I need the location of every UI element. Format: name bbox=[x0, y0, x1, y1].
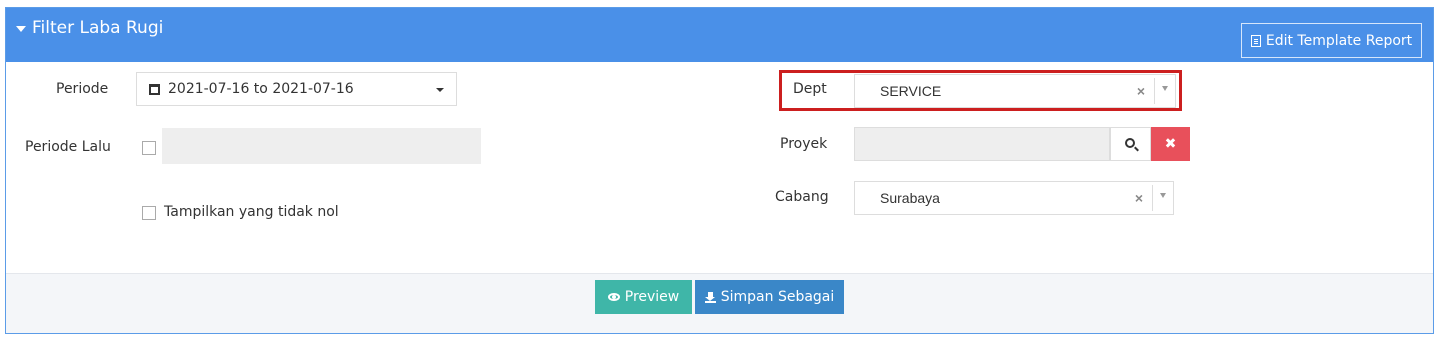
preview-label: Preview bbox=[624, 289, 680, 305]
periode-value: 2021-07-16 to 2021-07-16 bbox=[168, 81, 354, 97]
panel-title-text: Filter Laba Rugi bbox=[32, 18, 164, 38]
periode-label: Periode bbox=[56, 81, 109, 97]
dropdown-arrow-icon[interactable] bbox=[1162, 86, 1168, 91]
file-icon bbox=[1250, 34, 1261, 47]
dept-select[interactable]: SERVICE × bbox=[854, 74, 1176, 108]
periode-date-range-select[interactable]: 2021-07-16 to 2021-07-16 bbox=[136, 72, 457, 106]
caret-down-icon bbox=[436, 88, 444, 92]
divider bbox=[1154, 78, 1155, 104]
edit-template-report-button[interactable]: Edit Template Report bbox=[1241, 23, 1422, 58]
proyek-search-button[interactable] bbox=[1110, 127, 1151, 161]
periode-lalu-label: Periode Lalu bbox=[25, 139, 111, 155]
close-icon: ✖ bbox=[1164, 136, 1177, 152]
clear-icon[interactable]: × bbox=[1135, 190, 1143, 206]
tampilkan-checkbox[interactable] bbox=[142, 206, 156, 220]
tampilkan-label: Tampilkan yang tidak nol bbox=[164, 204, 339, 220]
simpan-sebagai-label: Simpan Sebagai bbox=[720, 289, 835, 305]
download-icon bbox=[704, 291, 716, 303]
periode-lalu-input bbox=[162, 128, 481, 164]
panel-footer: Preview Simpan Sebagai bbox=[6, 273, 1433, 333]
edit-template-report-label: Edit Template Report bbox=[1265, 32, 1413, 49]
divider bbox=[1152, 185, 1153, 211]
preview-button[interactable]: Preview bbox=[595, 280, 692, 314]
dept-label: Dept bbox=[793, 81, 827, 97]
filter-icon bbox=[16, 26, 26, 32]
calendar-icon bbox=[149, 83, 160, 95]
dept-value: SERVICE bbox=[880, 83, 942, 99]
filter-panel: Filter Laba Rugi Edit Template Report Pe… bbox=[5, 7, 1434, 334]
periode-lalu-checkbox[interactable] bbox=[142, 141, 156, 155]
cabang-label: Cabang bbox=[775, 189, 829, 205]
simpan-sebagai-button[interactable]: Simpan Sebagai bbox=[695, 280, 844, 314]
cabang-value: Surabaya bbox=[880, 190, 940, 206]
proyek-label: Proyek bbox=[780, 136, 828, 152]
dropdown-arrow-icon[interactable] bbox=[1160, 193, 1166, 198]
proyek-input bbox=[854, 127, 1110, 161]
proyek-clear-button[interactable]: ✖ bbox=[1151, 127, 1190, 161]
panel-title: Filter Laba Rugi bbox=[16, 18, 163, 38]
clear-icon[interactable]: × bbox=[1137, 83, 1145, 99]
search-icon bbox=[1124, 138, 1135, 148]
panel-header: Filter Laba Rugi Edit Template Report bbox=[6, 8, 1433, 62]
cabang-select[interactable]: Surabaya × bbox=[854, 181, 1174, 215]
eye-icon bbox=[607, 293, 620, 301]
